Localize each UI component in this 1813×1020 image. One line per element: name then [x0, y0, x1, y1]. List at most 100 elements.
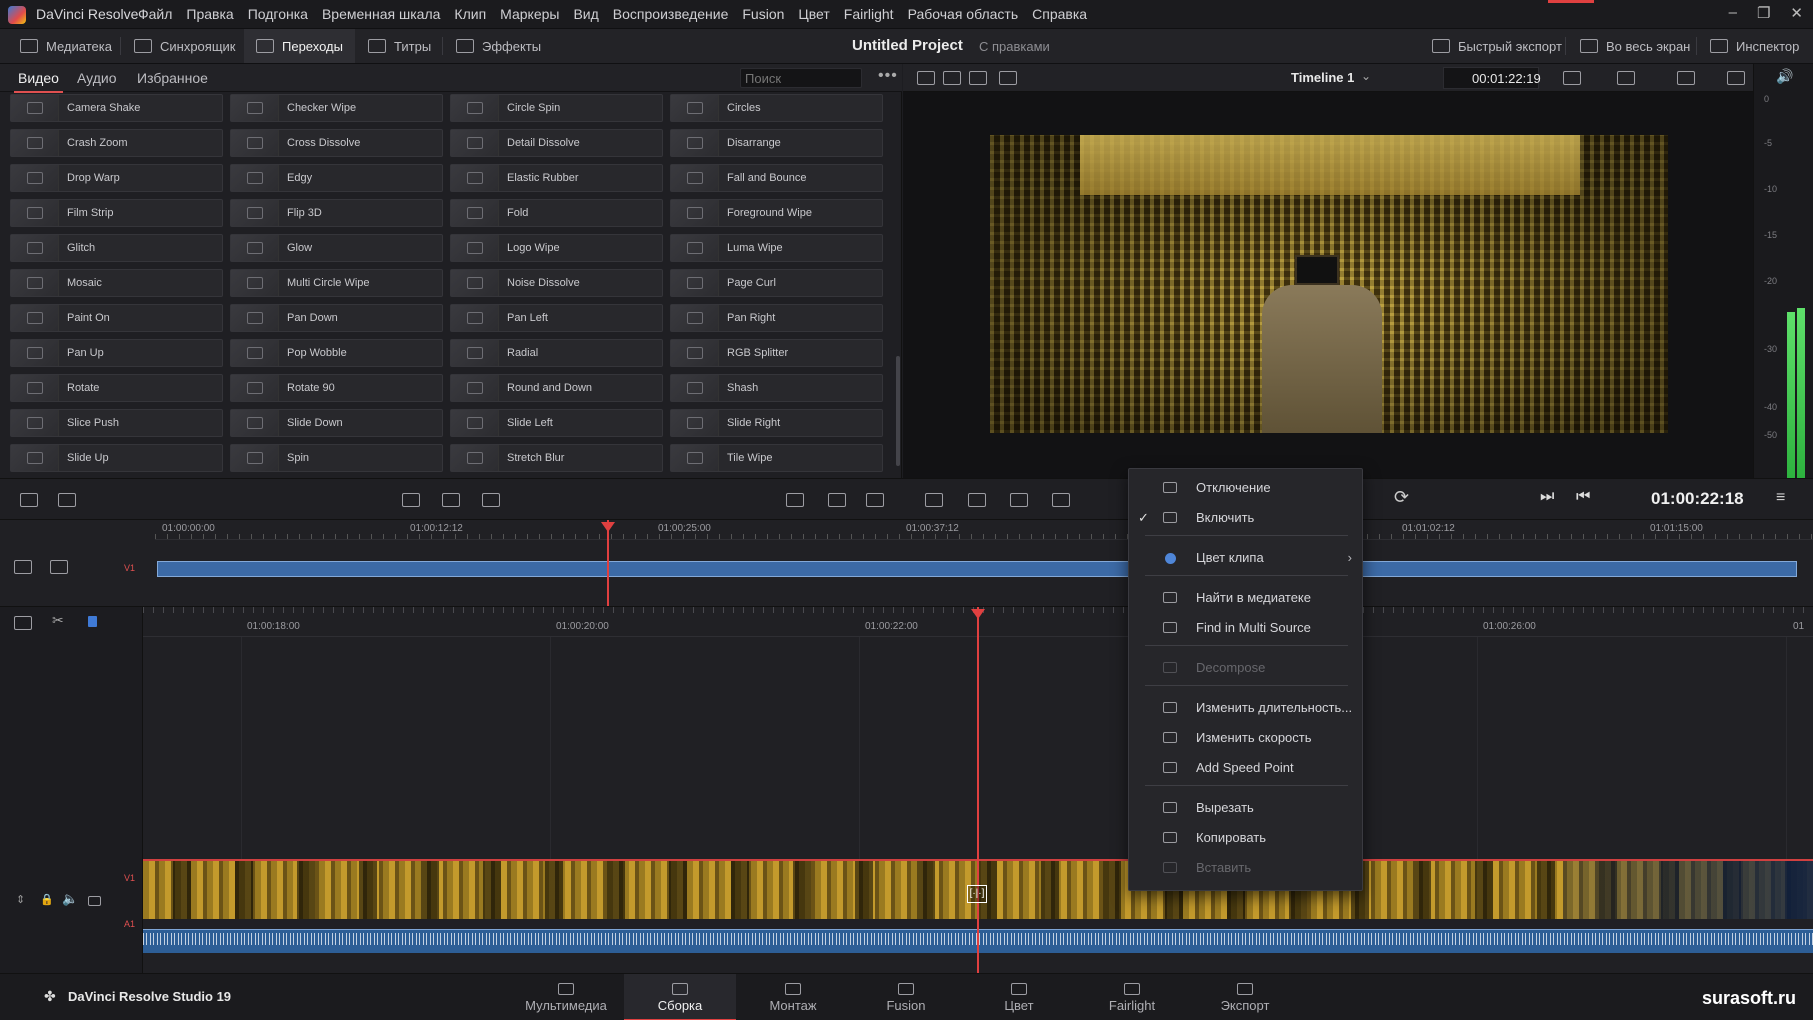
quick-export-button[interactable]: Быстрый экспорт: [1420, 29, 1574, 63]
find-in-multi-source-item[interactable]: Find in Multi Source: [1129, 615, 1364, 641]
grid-view-icon[interactable]: [999, 71, 1017, 85]
prev-clip-icon[interactable]: ⏮: [1576, 488, 1590, 506]
transition-item[interactable]: Cross Dissolve: [230, 129, 443, 157]
change-duration-item[interactable]: Изменить длительность...: [1129, 695, 1364, 721]
hamburger-menu-icon[interactable]: ≡: [1776, 489, 1785, 507]
audio-scope-icon[interactable]: [1677, 71, 1695, 85]
page-color[interactable]: Цвет: [963, 974, 1075, 1020]
find-in-media-pool-item[interactable]: Найти в медиатеке: [1129, 585, 1364, 611]
effects-button[interactable]: Эффекты: [444, 29, 553, 63]
transition-item[interactable]: RGB Splitter: [670, 339, 883, 367]
page-edit[interactable]: Монтаж: [737, 974, 849, 1020]
timeline-name-dropdown[interactable]: Timeline 1: [1291, 70, 1354, 85]
transition-item[interactable]: Fold: [450, 199, 663, 227]
more-options-icon[interactable]: •••: [878, 67, 898, 85]
library-scrollbar[interactable]: [896, 356, 900, 466]
playhead-line[interactable]: [607, 520, 609, 606]
transition-item[interactable]: Pan Right: [670, 304, 883, 332]
transition-item[interactable]: Edgy: [230, 164, 443, 192]
menu-playback[interactable]: Воспроизведение: [613, 6, 729, 22]
viewer-timecode[interactable]: 00:01:22:19: [1443, 67, 1541, 89]
tab-favorites[interactable]: Избранное: [137, 70, 208, 86]
track-height-icon[interactable]: ⇕: [16, 893, 25, 906]
playhead-line[interactable]: [977, 607, 979, 974]
transition-item[interactable]: Fall and Bounce: [670, 164, 883, 192]
next-clip-icon[interactable]: ⏭: [1540, 488, 1554, 506]
transition-item[interactable]: Mosaic: [10, 269, 223, 297]
transition-item[interactable]: Glow: [230, 234, 443, 262]
page-cut[interactable]: Сборка: [624, 974, 736, 1020]
transition-item[interactable]: Glitch: [10, 234, 223, 262]
transitions-button[interactable]: Переходы: [244, 29, 355, 63]
transition-item[interactable]: Slide Up: [10, 444, 223, 472]
transition-item[interactable]: Checker Wipe: [230, 94, 443, 122]
transition-item[interactable]: Disarrange: [670, 129, 883, 157]
split-clip-icon[interactable]: [786, 493, 804, 507]
transition-item[interactable]: Rotate: [10, 374, 223, 402]
inspector-button[interactable]: Инспектор: [1698, 29, 1811, 63]
speaker-icon[interactable]: 🔈: [62, 891, 78, 907]
transition-item[interactable]: Logo Wipe: [450, 234, 663, 262]
video-monitor-icon[interactable]: [88, 896, 101, 906]
transition-item[interactable]: Round and Down: [450, 374, 663, 402]
transition-item[interactable]: Spin: [230, 444, 443, 472]
speaker-icon[interactable]: 🔊: [1776, 68, 1793, 85]
trim-icon[interactable]: [925, 493, 943, 507]
enable-item[interactable]: ✓ Включить: [1129, 505, 1364, 531]
track-options-icon[interactable]: [50, 560, 68, 574]
transition-item[interactable]: Slide Down: [230, 409, 443, 437]
transition-item[interactable]: Radial: [450, 339, 663, 367]
transition-item[interactable]: Slide Left: [450, 409, 663, 437]
copy-item[interactable]: Копировать: [1129, 825, 1364, 851]
menu-edit[interactable]: Правка: [186, 6, 233, 22]
menu-help[interactable]: Справка: [1032, 6, 1087, 22]
overview-ruler[interactable]: [155, 520, 1813, 540]
change-speed-item[interactable]: Изменить скорость: [1129, 725, 1364, 751]
titles-button[interactable]: Титры: [356, 29, 443, 63]
source-icon[interactable]: [968, 493, 986, 507]
marker-icon[interactable]: [88, 616, 97, 627]
media-pool-button[interactable]: Медиатека: [8, 29, 124, 63]
link-icon[interactable]: [58, 493, 76, 507]
menu-workspace[interactable]: Рабочая область: [908, 6, 1019, 22]
transition-item[interactable]: Tile Wipe: [670, 444, 883, 472]
edit-insert-icon[interactable]: [402, 493, 420, 507]
maximize-icon[interactable]: ❐: [1757, 4, 1770, 22]
cut-item[interactable]: Вырезать: [1129, 795, 1364, 821]
viewer-layout-icon[interactable]: [969, 71, 987, 85]
playhead-handle[interactable]: [971, 609, 985, 619]
page-fusion[interactable]: Fusion: [850, 974, 962, 1020]
safe-area-icon[interactable]: [917, 71, 935, 85]
menu-color[interactable]: Цвет: [798, 6, 829, 22]
transition-item[interactable]: Multi Circle Wipe: [230, 269, 443, 297]
edit-replace-icon[interactable]: [482, 493, 500, 507]
overview-timeline[interactable]: 01:00:00:00 01:00:12:12 01:00:25:00 01:0…: [0, 520, 1813, 606]
overview-clip[interactable]: [157, 561, 1797, 577]
detail-timeline[interactable]: ✂ ⇕ 🔒 🔈 V1 A1 01:00:18:00 01:00:20:00 01…: [0, 606, 1813, 974]
transition-item[interactable]: Film Strip: [10, 199, 223, 227]
menu-view[interactable]: Вид: [573, 6, 598, 22]
search-input[interactable]: [740, 68, 862, 88]
minimize-icon[interactable]: –: [1729, 4, 1737, 22]
transition-item[interactable]: Page Curl: [670, 269, 883, 297]
fullscreen-button[interactable]: Во весь экран: [1568, 29, 1702, 63]
transition-item[interactable]: Crash Zoom: [10, 129, 223, 157]
menu-fusion[interactable]: Fusion: [742, 6, 784, 22]
tab-video[interactable]: Видео: [14, 70, 63, 93]
transition-item[interactable]: Stretch Blur: [450, 444, 663, 472]
page-media[interactable]: Мультимедиа: [510, 974, 622, 1020]
add-speed-point-item[interactable]: Add Speed Point: [1129, 755, 1364, 781]
transition-item[interactable]: Pan Down: [230, 304, 443, 332]
transition-item[interactable]: Camera Shake: [10, 94, 223, 122]
transition-item[interactable]: Circle Spin: [450, 94, 663, 122]
transition-item[interactable]: Rotate 90: [230, 374, 443, 402]
loop-icon[interactable]: ⟳: [1394, 487, 1409, 508]
waveform-icon[interactable]: [866, 493, 884, 507]
chevron-down-icon[interactable]: ⌄: [1361, 69, 1371, 83]
menu-trim[interactable]: Подгонка: [248, 6, 308, 22]
menu-timeline[interactable]: Временная шкала: [322, 6, 440, 22]
transition-item[interactable]: Pan Up: [10, 339, 223, 367]
zoom-icon[interactable]: [1563, 71, 1581, 85]
clip-color-item[interactable]: Цвет клипа ›: [1129, 545, 1364, 571]
tab-audio[interactable]: Аудио: [77, 70, 117, 86]
